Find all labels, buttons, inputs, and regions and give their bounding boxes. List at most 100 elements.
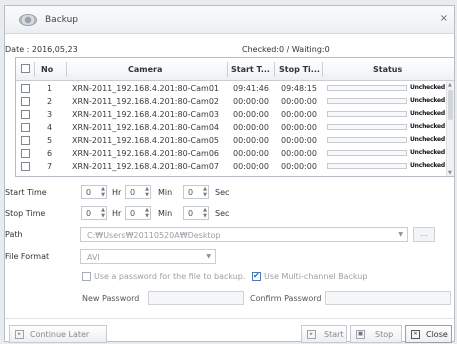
scroll-up-icon[interactable]: ▲ [448,82,452,88]
row-no: 3 [47,110,53,119]
close-button[interactable]: ✕ Close [405,325,452,343]
header-stop-time[interactable]: Stop Ti... [279,65,320,74]
path-value: C:₩Users₩20110520A₩Desktop [87,231,221,240]
file-format-dropdown[interactable]: AVI ▼ [80,249,216,264]
use-password-checkbox[interactable] [82,272,91,281]
spin-arrows-icon[interactable]: ▲ ▼ [203,186,207,198]
chevron-down-icon[interactable]: ▼ [206,253,211,260]
start-label: Start [324,330,344,339]
table-row[interactable]: 6 XRN-2011_192.168.4.201:80-Cam06 00:00:… [16,147,454,160]
sec-label: Sec [215,209,230,218]
row-no: 7 [47,162,53,171]
header-status[interactable]: Status [373,65,402,74]
spin-arrows-icon[interactable]: ▲ ▼ [145,207,149,219]
status-text: Unchecked [410,84,445,91]
row-checkbox[interactable] [21,84,30,93]
path-dropdown[interactable]: C:₩Users₩20110520A₩Desktop ▼ [80,227,408,242]
row-camera: XRN-2011_192.168.4.201:80-Cam01 [72,84,220,93]
select-all-checkbox[interactable] [21,64,30,73]
new-password-field[interactable] [148,291,244,305]
row-start-time: 00:00:00 [233,110,269,119]
multichannel-checkbox[interactable] [252,271,261,281]
row-camera: XRN-2011_192.168.4.201:80-Cam02 [72,97,220,106]
row-start-time: 09:41:46 [233,84,269,93]
table-row[interactable]: 5 XRN-2011_192.168.4.201:80-Cam05 00:00:… [16,134,454,147]
spin-arrows-icon[interactable]: ▲ ▼ [101,186,105,198]
backup-app-icon [19,14,37,26]
stop-minute-value: 0 [130,209,136,218]
close-icon[interactable]: × [440,13,448,24]
stop-hour-stepper[interactable]: 0 ▲ ▼ [81,206,107,220]
row-checkbox[interactable] [21,149,30,158]
new-password-label: New Password [82,294,140,303]
table-row[interactable]: 2 XRN-2011_192.168.4.201:80-Cam02 00:00:… [16,95,454,108]
status-progress-bar [327,98,407,104]
start-hour-value: 0 [86,188,92,197]
status-progress-bar [327,150,407,156]
stop-button[interactable]: ■ Stop [350,325,402,343]
start-button[interactable]: ▸ Start [301,325,347,343]
table-row[interactable]: 1 XRN-2011_192.168.4.201:80-Cam01 09:41:… [16,82,454,95]
continue-later-icon: ▸ [15,330,24,339]
spin-arrows-icon[interactable]: ▲ ▼ [145,186,149,198]
table-row[interactable]: 3 XRN-2011_192.168.4.201:80-Cam03 00:00:… [16,108,454,121]
scroll-thumb[interactable] [448,90,453,120]
row-stop-time: 09:48:15 [281,84,317,93]
status-text: Unchecked [410,149,445,156]
table-row[interactable]: 7 XRN-2011_192.168.4.201:80-Cam07 00:00:… [16,160,454,173]
start-minute-stepper[interactable]: 0 ▲ ▼ [125,185,151,199]
header-camera[interactable]: Camera [128,65,162,74]
header-divider [274,62,275,77]
row-no: 5 [47,136,53,145]
sec-label: Sec [215,188,230,197]
row-start-time: 00:00:00 [233,97,269,106]
start-second-stepper[interactable]: 0 ▲ ▼ [183,185,209,199]
table-row[interactable]: 4 XRN-2011_192.168.4.201:80-Cam04 00:00:… [16,121,454,134]
continue-later-button[interactable]: ▸ Continue Later [9,325,107,343]
start-hour-stepper[interactable]: 0 ▲ ▼ [81,185,107,199]
stop-label: Stop [375,330,394,339]
row-no: 1 [47,84,53,93]
stop-minute-stepper[interactable]: 0 ▲ ▼ [125,206,151,220]
row-start-time: 00:00:00 [233,149,269,158]
window-title: Backup [45,15,78,25]
multichannel-label: Use Multi-channel Backup [264,272,368,281]
hr-label: Hr [112,209,122,218]
row-stop-time: 00:00:00 [281,136,317,145]
file-format-label: File Format [5,252,50,261]
status-text: Unchecked [410,123,445,130]
confirm-password-field[interactable] [325,291,451,305]
spin-arrows-icon[interactable]: ▲ ▼ [101,207,105,219]
close-label: Close [426,330,448,339]
start-minute-value: 0 [130,188,136,197]
row-checkbox[interactable] [21,110,30,119]
row-stop-time: 00:00:00 [281,123,317,132]
stop-icon: ■ [356,330,365,339]
row-checkbox[interactable] [21,162,30,171]
status-text: Unchecked [410,162,445,169]
header-divider [66,62,67,77]
row-checkbox[interactable] [21,97,30,106]
stop-second-stepper[interactable]: 0 ▲ ▼ [183,206,209,220]
backup-window: Backup × Date : 2016,05,23 Checked:0 / W… [4,5,455,343]
status-progress-bar [327,124,407,130]
browse-button[interactable]: ... [413,227,435,242]
scroll-down-icon[interactable]: ▼ [448,170,452,176]
row-checkbox[interactable] [21,136,30,145]
close-icon: ✕ [411,330,420,339]
status-progress-bar [327,85,407,91]
table-scrollbar[interactable]: ▲ ▼ [446,81,454,176]
confirm-password-label: Confirm Password [250,294,322,303]
row-stop-time: 00:00:00 [281,149,317,158]
status-text: Unchecked [410,110,445,117]
header-no[interactable]: No [41,65,53,74]
row-no: 2 [47,97,53,106]
spin-arrows-icon[interactable]: ▲ ▼ [203,207,207,219]
chevron-down-icon[interactable]: ▼ [398,231,403,238]
status-text: Unchecked [410,97,445,104]
header-start-time[interactable]: Start T... [231,65,270,74]
status-text: Unchecked [410,136,445,143]
min-label: Min [158,188,173,197]
row-checkbox[interactable] [21,123,30,132]
row-camera: XRN-2011_192.168.4.201:80-Cam07 [72,162,220,171]
